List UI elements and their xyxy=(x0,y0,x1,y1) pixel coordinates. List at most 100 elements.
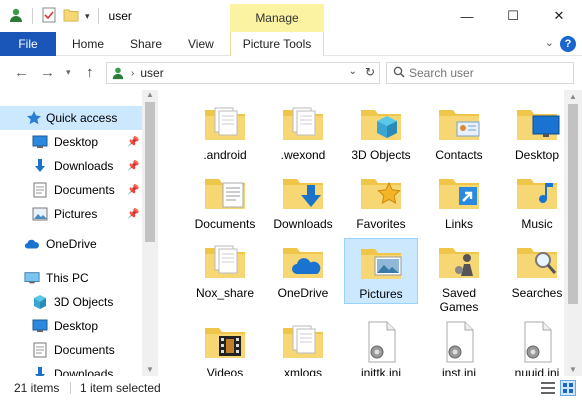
file-list: .android .wexond 3D Objects Contacts Desktop… xyxy=(160,90,564,376)
folder-item[interactable]: Saved Games xyxy=(422,238,496,314)
customize-toolbar-icon[interactable]: ▾ xyxy=(85,11,90,22)
item-label: Desktop xyxy=(514,148,560,162)
file-item[interactable]: jnittk.ini xyxy=(344,318,418,376)
pin-icon[interactable]: 📌 xyxy=(127,209,139,220)
back-button[interactable]: ← xyxy=(14,64,29,81)
file-item[interactable]: nuuid.ini xyxy=(500,318,564,376)
nav-item-downloads-pc[interactable]: Downloads xyxy=(0,362,142,376)
item-label: Nox_share xyxy=(195,286,255,300)
folder-item[interactable]: Downloads xyxy=(266,169,340,235)
pc-icon xyxy=(24,270,40,286)
folder-item[interactable]: Pictures xyxy=(344,238,418,304)
nav-item-downloads[interactable]: Downloads 📌 xyxy=(0,154,142,178)
scroll-down-icon[interactable]: ▼ xyxy=(569,365,577,374)
nav-item-desktop[interactable]: Desktop 📌 xyxy=(0,130,142,154)
file-item[interactable]: inst.ini xyxy=(422,318,496,376)
maximize-button[interactable]: ☐ xyxy=(490,0,536,32)
tab-share[interactable]: Share xyxy=(130,32,162,56)
forward-button[interactable]: → xyxy=(40,64,55,81)
folder-item[interactable]: .wexond xyxy=(266,100,340,166)
folder-item[interactable]: Links xyxy=(422,169,496,235)
item-label: Links xyxy=(444,217,473,231)
item-label: Saved Games xyxy=(439,286,479,314)
scroll-thumb[interactable] xyxy=(145,102,155,242)
nav-item-pictures[interactable]: Pictures 📌 xyxy=(0,202,142,226)
desktop-icon xyxy=(32,134,48,150)
folder-onedrive-icon xyxy=(279,240,327,284)
nav-scrollbar[interactable]: ▲ ▼ xyxy=(142,90,158,376)
nav-item-desktop-pc[interactable]: Desktop xyxy=(0,314,142,338)
refresh-icon[interactable]: ↻ xyxy=(365,65,375,79)
address-bar[interactable]: › user ⌄ ↻ xyxy=(106,62,380,84)
folder-item[interactable]: .android xyxy=(188,100,262,166)
tab-picture-tools[interactable]: Picture Tools xyxy=(230,32,324,56)
pin-icon[interactable]: 📌 xyxy=(127,161,139,172)
properties-icon[interactable] xyxy=(41,7,57,26)
folder-videos-icon xyxy=(201,320,249,364)
scroll-thumb[interactable] xyxy=(568,104,578,304)
item-label: Contacts xyxy=(435,148,483,162)
new-folder-icon[interactable] xyxy=(63,7,79,26)
item-label: Documents xyxy=(194,217,256,231)
document-icon xyxy=(32,342,48,358)
folder-item[interactable]: OneDrive xyxy=(266,238,340,304)
pin-icon[interactable]: 📌 xyxy=(127,185,139,196)
tab-file[interactable]: File xyxy=(0,32,56,56)
up-button[interactable]: ↑ xyxy=(86,64,94,81)
window-title: user xyxy=(108,9,132,23)
quick-access-toolbar: ▾ xyxy=(0,7,101,26)
folder-item[interactable]: Favorites xyxy=(344,169,418,235)
tab-manage[interactable]: Manage xyxy=(230,4,324,32)
details-view-icon[interactable] xyxy=(540,380,556,399)
folder-item[interactable]: Documents xyxy=(188,169,262,235)
search-input[interactable] xyxy=(409,66,559,80)
folder-games-icon xyxy=(435,240,483,284)
document-icon xyxy=(32,182,48,198)
user-icon[interactable] xyxy=(8,7,24,26)
breadcrumb[interactable]: user xyxy=(140,66,163,80)
nav-item-quick-access[interactable]: Quick access xyxy=(0,106,142,130)
scroll-up-icon[interactable]: ▲ xyxy=(569,92,577,101)
tab-view[interactable]: View xyxy=(188,32,214,56)
nav-item-documents-pc[interactable]: Documents xyxy=(0,338,142,362)
folder-item[interactable]: Videos xyxy=(188,318,262,376)
tab-home[interactable]: Home xyxy=(72,32,104,56)
search-box[interactable] xyxy=(386,62,574,84)
folder-item[interactable]: Searches xyxy=(500,238,564,304)
item-label: Videos xyxy=(206,366,244,376)
picture-icon xyxy=(32,206,48,222)
chevron-down-icon[interactable]: ⌄ xyxy=(349,66,357,77)
folder-music-icon xyxy=(513,171,561,215)
item-label: Pictures xyxy=(359,287,403,301)
folder-item[interactable]: Nox_share xyxy=(188,238,262,304)
folder-item[interactable]: 3D Objects xyxy=(344,100,418,166)
folder-pictures-icon xyxy=(357,241,405,285)
nav-item-documents[interactable]: Documents 📌 xyxy=(0,178,142,202)
pin-icon[interactable]: 📌 xyxy=(127,137,139,148)
status-bar: 21 items 1 item selected xyxy=(0,376,582,400)
nav-item-3d-objects[interactable]: 3D Objects xyxy=(0,290,142,314)
help-icon[interactable]: ? xyxy=(560,36,576,52)
recent-locations-icon[interactable]: ▾ xyxy=(66,67,71,78)
item-label: OneDrive xyxy=(277,286,329,300)
scroll-up-icon[interactable]: ▲ xyxy=(146,90,154,99)
large-icons-view-icon[interactable] xyxy=(560,380,576,399)
folder-contacts-icon xyxy=(435,102,483,146)
chevron-down-icon[interactable]: ⌄ xyxy=(545,36,554,49)
cube-icon xyxy=(32,294,48,310)
folder-item[interactable]: Desktop xyxy=(500,100,564,166)
star-icon xyxy=(26,110,42,126)
minimize-button[interactable]: — xyxy=(444,0,490,32)
nav-item-this-pc[interactable]: This PC xyxy=(0,266,142,290)
folder-item[interactable]: Music xyxy=(500,169,564,235)
folder-item[interactable]: Contacts xyxy=(422,100,496,166)
nav-item-onedrive[interactable]: OneDrive xyxy=(0,232,142,256)
item-label: .wexond xyxy=(280,148,326,162)
chevron-right-icon[interactable]: › xyxy=(131,68,134,79)
scroll-down-icon[interactable]: ▼ xyxy=(146,365,154,374)
folder-item[interactable]: xmlogs xyxy=(266,318,340,376)
cloud-icon xyxy=(24,236,40,252)
item-count: 21 items xyxy=(14,381,60,395)
close-button[interactable]: ✕ xyxy=(536,0,582,32)
content-scrollbar[interactable]: ▲ ▼ xyxy=(564,90,582,376)
